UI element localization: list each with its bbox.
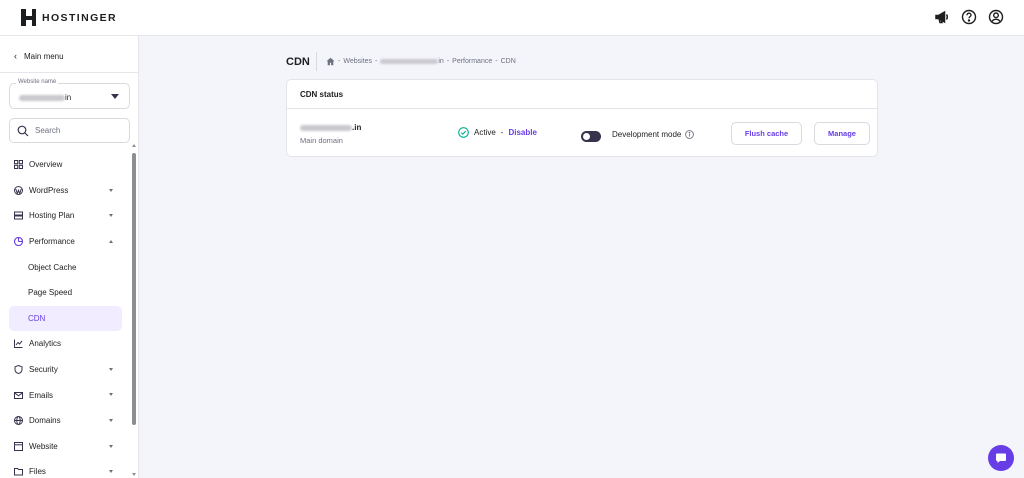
sidebar-item-label: Domains [29, 416, 61, 426]
redacted-text [300, 124, 352, 131]
analytics-icon [14, 339, 23, 349]
breadcrumb-performance[interactable]: Performance [452, 58, 492, 65]
search-input[interactable] [35, 126, 115, 135]
sidebar-item-wordpress[interactable]: WordPress [0, 178, 130, 204]
cdn-status: Active - Disable [458, 127, 537, 138]
sidebar-item-label: Analytics [29, 339, 62, 349]
sidebar-item-analytics[interactable]: Analytics [0, 331, 130, 357]
search-icon [17, 125, 29, 136]
caret-down-icon [111, 94, 119, 99]
email-icon [14, 391, 23, 400]
sidebar-item-label: WordPress [29, 185, 69, 195]
sidebar-item-label: Emails [29, 390, 54, 400]
sidebar-divider [0, 72, 138, 73]
help-icon[interactable] [961, 9, 977, 25]
chevron-down-icon [109, 214, 113, 218]
sidebar-item-label: Website [29, 441, 58, 451]
scroll-up-arrow[interactable] [132, 144, 136, 147]
chevron-down-icon [109, 367, 113, 371]
redacted-text [380, 59, 439, 64]
breadcrumb-websites[interactable]: Websites [343, 58, 372, 65]
sidebar-item-label: Object Cache [28, 262, 77, 272]
redacted-text [19, 94, 65, 101]
card-title: CDN status [287, 80, 877, 109]
sidebar-item-overview[interactable]: Overview [0, 152, 130, 178]
flush-cache-button[interactable]: Flush cache [731, 122, 802, 145]
chat-icon [996, 453, 1006, 463]
breadcrumb-site[interactable]: in [380, 58, 444, 65]
sidebar-item-domains[interactable]: Domains [0, 408, 130, 434]
domain-subtitle: Main domain [300, 136, 343, 145]
top-bar: HOSTINGER [0, 0, 1024, 36]
hostinger-logo-mark [21, 9, 36, 26]
toggle-knob [583, 133, 590, 140]
chevron-up-icon [109, 239, 113, 243]
chevron-down-icon [109, 393, 113, 397]
website-select[interactable]: Website name in [9, 79, 130, 109]
sidebar-item-hosting-plan[interactable]: Hosting Plan [0, 203, 130, 229]
home-icon[interactable] [326, 57, 335, 66]
development-mode: Development mode [612, 130, 695, 139]
brand-name: HOSTINGER [42, 11, 118, 24]
shield-icon [14, 365, 23, 375]
hostinger-logo[interactable]: HOSTINGER [21, 9, 117, 26]
overview-icon [14, 160, 23, 170]
sidebar-item-label: Page Speed [28, 288, 73, 298]
wordpress-icon [14, 185, 23, 195]
sidebar-item-label: Performance [29, 237, 75, 247]
sidebar-item-cdn[interactable]: CDN [9, 305, 122, 332]
sidebar: ‹ Main menu Website name in Overview Wor… [0, 36, 139, 478]
breadcrumb: - Websites - in - Performance - CDN [326, 57, 516, 66]
folder-icon [14, 467, 23, 476]
website-select-value: in [19, 93, 71, 102]
sidebar-item-label: Files [29, 467, 46, 477]
sidebar-item-website[interactable]: Website [0, 434, 130, 460]
website-icon [14, 441, 23, 451]
breadcrumb-current: CDN [500, 58, 516, 65]
check-circle-icon [458, 127, 469, 138]
sidebar-item-emails[interactable]: Emails [0, 382, 130, 408]
chat-button[interactable] [988, 445, 1014, 471]
sidebar-item-label: Overview [29, 160, 63, 170]
chevron-left-icon: ‹ [14, 51, 17, 61]
sidebar-nav: Overview WordPress Hosting Plan Performa… [0, 152, 130, 478]
website-select-label: Website name [16, 79, 59, 85]
disable-link[interactable]: Disable [508, 128, 536, 137]
sidebar-item-label: Security [29, 365, 58, 375]
page-title: CDN [286, 56, 310, 68]
sidebar-item-label: CDN [28, 313, 46, 323]
main-menu-link[interactable]: ‹ Main menu [14, 51, 64, 61]
sidebar-scrollbar[interactable] [132, 153, 136, 425]
sidebar-item-security[interactable]: Security [0, 357, 130, 383]
main-menu-label: Main menu [24, 51, 64, 61]
sidebar-item-label: Hosting Plan [29, 211, 75, 221]
chevron-down-icon [109, 470, 113, 474]
manage-button[interactable]: Manage [814, 122, 870, 145]
sidebar-item-performance[interactable]: Performance [0, 229, 130, 255]
performance-icon [14, 237, 23, 247]
globe-icon [14, 416, 23, 426]
development-mode-label: Development mode [612, 130, 682, 139]
sidebar-item-object-cache[interactable]: Object Cache [0, 254, 130, 280]
megaphone-icon[interactable] [934, 9, 950, 25]
status-text: Active [474, 128, 496, 137]
cdn-status-card: CDN status .in Main domain Active - Disa… [286, 79, 878, 157]
title-divider [316, 52, 317, 71]
account-icon[interactable] [988, 9, 1004, 25]
info-icon[interactable] [685, 130, 695, 139]
search-box[interactable] [9, 118, 130, 143]
chevron-down-icon [109, 188, 113, 192]
sidebar-item-files[interactable]: Files [0, 459, 130, 478]
hosting-plan-icon [14, 211, 23, 220]
development-mode-toggle[interactable] [581, 131, 601, 142]
chevron-down-icon [109, 444, 113, 448]
chevron-down-icon [109, 418, 113, 422]
scroll-down-arrow[interactable] [132, 473, 136, 476]
sidebar-item-page-speed[interactable]: Page Speed [0, 280, 130, 306]
domain-name: .in [300, 123, 361, 132]
top-icons [934, 9, 1004, 25]
